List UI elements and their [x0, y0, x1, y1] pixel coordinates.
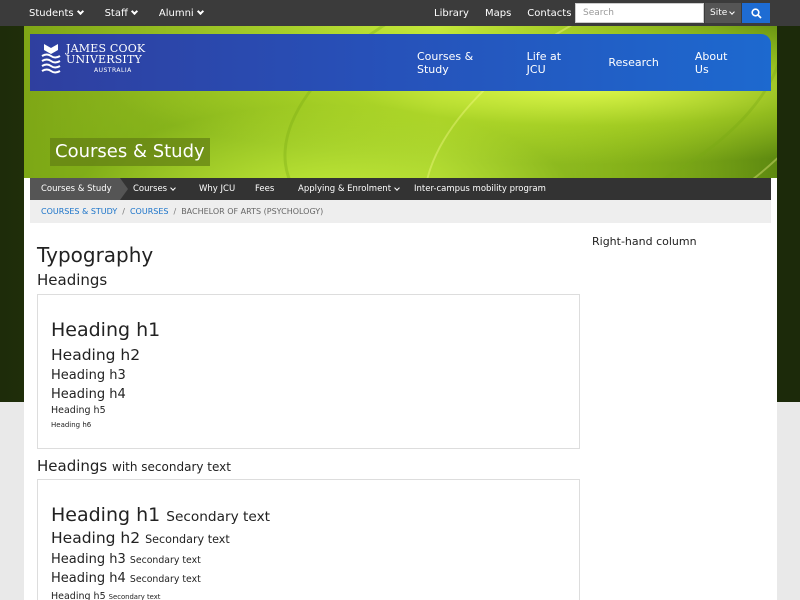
- subnav-applying-label: Applying & Enrolment: [298, 184, 392, 194]
- subnav-active-courses-study[interactable]: Courses & Study: [30, 178, 128, 200]
- sample-heading-h4-secondary: Heading h4 Secondary text: [51, 571, 201, 586]
- subnav-courses[interactable]: Courses: [133, 178, 176, 200]
- subnav-why-jcu[interactable]: Why JCU: [199, 178, 235, 200]
- sample-heading-h3-secondary: Heading h3 Secondary text: [51, 552, 201, 567]
- logo-line3: AUSTRALIA: [94, 66, 132, 74]
- heading-h5-text: Heading h5: [51, 591, 106, 600]
- staff-label: Staff: [104, 7, 128, 19]
- section2-sub: with secondary text: [112, 460, 231, 474]
- nav-research[interactable]: Research: [608, 56, 658, 69]
- maps-link[interactable]: Maps: [485, 8, 511, 19]
- chevron-down-icon: [130, 7, 138, 16]
- search-icon: [750, 7, 762, 19]
- site-scope-label: Site: [710, 8, 728, 18]
- search-input[interactable]: [575, 3, 704, 23]
- sample-heading-h1-secondary: Heading h1 Secondary text: [51, 504, 270, 526]
- chevron-down-icon: [196, 7, 204, 16]
- section-title-headings-secondary: Headings with secondary text: [37, 457, 231, 475]
- search-button[interactable]: [742, 3, 770, 23]
- subnav-applying-enrolment[interactable]: Applying & Enrolment: [298, 178, 400, 200]
- sample-heading-h2: Heading h2: [51, 346, 141, 364]
- heading-h1-text: Heading h1: [51, 504, 161, 526]
- sample-heading-h2-secondary: Heading h2 Secondary text: [51, 529, 230, 547]
- main-nav-links: Courses & Study Life at JCU Research Abo…: [417, 34, 771, 91]
- logo-line1: JAMES COOK: [66, 41, 146, 55]
- utility-links: Library Maps Contacts: [434, 0, 587, 26]
- secondary-text: Secondary text: [145, 533, 230, 546]
- breadcrumb-courses[interactable]: COURSES: [130, 207, 169, 216]
- heading-h2-text: Heading h2: [51, 529, 141, 547]
- nav-courses-study[interactable]: Courses & Study: [417, 50, 491, 76]
- sample-heading-h6: Heading h6: [51, 421, 92, 429]
- sample-heading-h3: Heading h3: [51, 368, 126, 383]
- sample-heading-h4: Heading h4: [51, 387, 126, 402]
- right-hand-column: Right-hand column: [592, 235, 697, 248]
- chevron-down-icon: [170, 185, 176, 191]
- sample-heading-h1: Heading h1: [51, 319, 161, 341]
- jcu-logo[interactable]: JAMES COOK UNIVERSITY AUSTRALIA: [40, 42, 145, 76]
- audience-menu: Students Staff Alumni: [29, 0, 225, 26]
- secondary-text: Secondary text: [129, 574, 201, 585]
- breadcrumb: COURSES & STUDY / COURSES / BACHELOR OF …: [30, 200, 771, 223]
- section-title-headings: Headings: [37, 271, 108, 289]
- heading-h3-text: Heading h3: [51, 552, 126, 567]
- site-scope-select[interactable]: Site: [705, 3, 741, 23]
- top-utility-bar: Students Staff Alumni Library Maps Conta…: [0, 0, 800, 26]
- students-menu[interactable]: Students: [29, 7, 84, 19]
- subnav-inter-campus[interactable]: Inter-campus mobility program: [414, 178, 546, 200]
- contacts-link[interactable]: Contacts: [527, 8, 571, 19]
- breadcrumb-current: BACHELOR OF ARTS (PSYCHOLOGY): [181, 207, 324, 216]
- sample-heading-h5-secondary: Heading h5 Secondary text: [51, 591, 160, 600]
- alumni-label: Alumni: [158, 7, 194, 19]
- library-link[interactable]: Library: [434, 8, 469, 19]
- jcu-crest-icon: [41, 44, 61, 74]
- staff-menu[interactable]: Staff: [104, 7, 138, 19]
- page-title: Typography: [37, 243, 154, 267]
- hero-banner: JAMES COOK UNIVERSITY AUSTRALIA Courses …: [24, 26, 777, 178]
- alumni-menu[interactable]: Alumni: [158, 7, 204, 19]
- nav-about-us[interactable]: About Us: [695, 50, 735, 76]
- secondary-text: Secondary text: [129, 555, 201, 566]
- heading-h4-text: Heading h4: [51, 571, 126, 586]
- subnav-courses-label: Courses: [133, 184, 168, 194]
- breadcrumb-separator: /: [173, 207, 177, 216]
- breadcrumb-courses-study[interactable]: COURSES & STUDY: [41, 207, 117, 216]
- subnav-fees[interactable]: Fees: [255, 178, 274, 200]
- sample-heading-h5: Heading h5: [51, 405, 106, 416]
- hero-title: Courses & Study: [50, 138, 210, 166]
- chevron-down-icon: [394, 185, 400, 191]
- page-container: JAMES COOK UNIVERSITY AUSTRALIA Courses …: [24, 26, 777, 600]
- secondary-text: Secondary text: [108, 593, 161, 600]
- headings-secondary-sample-box: Heading h1 Secondary text Heading h2 Sec…: [37, 479, 580, 600]
- students-label: Students: [29, 7, 74, 19]
- nav-life-at-jcu[interactable]: Life at JCU: [527, 50, 573, 76]
- chevron-down-icon: [729, 8, 736, 15]
- logo-line2: UNIVERSITY: [66, 52, 142, 66]
- secondary-text: Secondary text: [166, 509, 271, 525]
- section-navigation: Courses & Study Courses Why JCU Fees App…: [30, 178, 771, 200]
- logo-wordmark: JAMES COOK UNIVERSITY AUSTRALIA: [66, 43, 145, 76]
- section2-main: Headings: [37, 457, 108, 475]
- headings-sample-box: Heading h1 Heading h2 Heading h3 Heading…: [37, 294, 580, 449]
- main-navigation: JAMES COOK UNIVERSITY AUSTRALIA Courses …: [30, 34, 771, 91]
- breadcrumb-separator: /: [122, 207, 125, 216]
- chevron-down-icon: [76, 7, 84, 16]
